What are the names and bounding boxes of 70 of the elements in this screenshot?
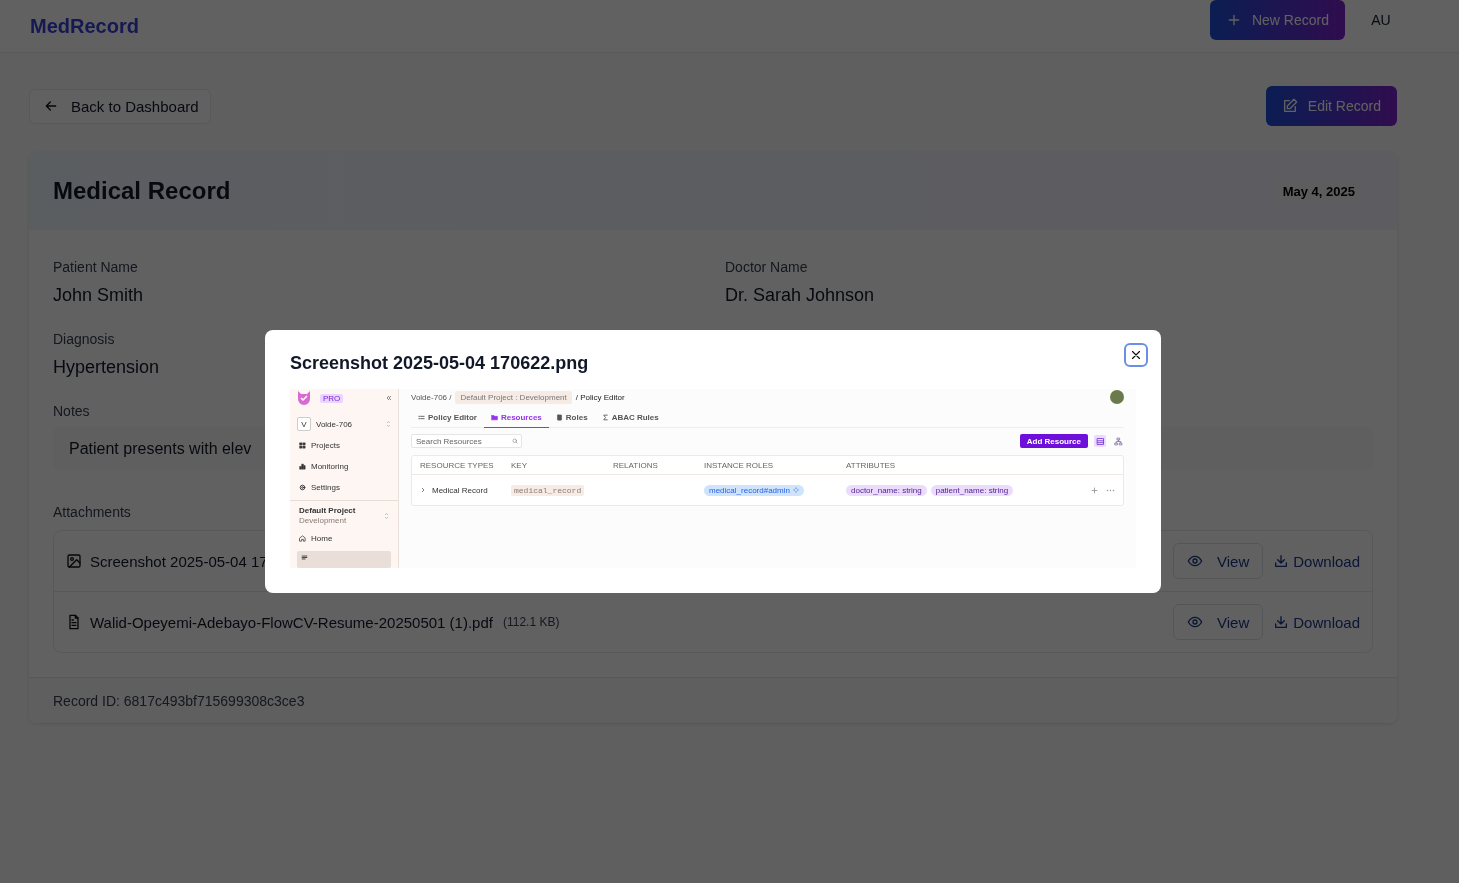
grid-icon — [299, 442, 306, 449]
tab[interactable]: Roles — [548, 413, 595, 428]
sigma-icon — [601, 414, 609, 421]
role-name: medical_record#admin — [709, 485, 790, 495]
list-icon — [418, 414, 425, 421]
collapse-icon[interactable] — [386, 395, 392, 401]
eye-icon — [1187, 614, 1204, 630]
column-header: INSTANCE ROLES — [704, 460, 775, 470]
tab[interactable]: ABAC Rules — [594, 413, 666, 428]
view-toggle[interactable] — [1094, 435, 1106, 447]
column-header: RESOURCE TYPES — [420, 460, 495, 470]
dialog-title: Screenshot 2025-05-04 170622.png — [290, 352, 589, 375]
table-icon — [1095, 436, 1105, 446]
column-header: KEY — [511, 460, 528, 470]
column-header: ATTRIBUTES — [846, 460, 897, 470]
sparkle-icon — [792, 487, 799, 493]
field-value: Hypertension — [53, 356, 160, 379]
eye-icon — [1187, 553, 1204, 569]
settings-icon — [299, 484, 306, 491]
view-toggle[interactable] — [1112, 435, 1124, 447]
avatar[interactable] — [1110, 390, 1124, 404]
chevron-icon[interactable] — [420, 487, 426, 493]
record-title: Medical Record — [53, 177, 231, 205]
attribute-tag: patient_name: string — [930, 484, 1014, 496]
record-id: Record ID: 6817c493bf715699308c3ce3 — [53, 692, 305, 709]
chevron-updown-icon — [386, 421, 391, 427]
download-icon — [1273, 553, 1290, 569]
attribute-tag: doctor_name: string — [846, 484, 927, 496]
sidebar-item[interactable]: Home — [290, 528, 398, 549]
add-resource-button[interactable]: Add Resource — [1019, 434, 1088, 448]
home-icon — [299, 535, 306, 542]
tab[interactable]: Resources — [483, 413, 549, 428]
image-icon — [66, 553, 82, 569]
add-icon[interactable] — [1091, 486, 1098, 494]
list-icon — [301, 554, 308, 561]
file-size: (112.1 KB) — [502, 615, 560, 629]
tab[interactable]: Policy Editor — [411, 413, 484, 428]
sidebar-item[interactable]: Settings — [290, 477, 398, 498]
project-dropdown[interactable]: Default Project : Development — [455, 390, 572, 404]
folder-icon — [490, 414, 498, 421]
download-icon — [1273, 614, 1290, 630]
section-label: Notes — [53, 402, 90, 421]
breadcrumb-link[interactable]: Volde-706 / — [411, 392, 452, 402]
close-icon — [1129, 348, 1143, 362]
notes-text: Patient presents with elev — [69, 440, 252, 457]
field-label: Doctor Name — [725, 258, 808, 277]
column-header: RELATIONS — [613, 460, 659, 470]
search-icon — [512, 438, 518, 444]
hierarchy-icon — [1113, 436, 1123, 446]
close-button[interactable] — [1124, 343, 1148, 367]
field-value: John Smith — [53, 284, 144, 307]
field-label: Patient Name — [53, 258, 138, 277]
sidebar-item[interactable]: Projects — [290, 435, 398, 456]
edit-icon — [1281, 98, 1298, 114]
workspace-selector[interactable]: V Volde-706 — [297, 417, 391, 431]
breadcrumb-current: / Policy Editor — [575, 392, 625, 402]
section-label: Attachments — [53, 503, 131, 522]
document-icon — [66, 614, 82, 630]
bar-chart-icon — [299, 463, 306, 470]
plan-badge: PRO — [320, 393, 344, 403]
resource-name: Medical Record — [432, 485, 488, 495]
field-label: Diagnosis — [53, 330, 115, 349]
search-field[interactable]: Search Resources — [411, 434, 522, 448]
file-name: Walid-Opeyemi-Adebayo-FlowCV-Resume-20250501 (1).pdf — [90, 613, 493, 631]
project-selector[interactable]: Default Project Development — [290, 501, 398, 528]
sidebar-item[interactable]: Monitoring — [290, 456, 398, 477]
field-value: Dr. Sarah Johnson — [725, 284, 875, 307]
resource-key: medical_record — [511, 484, 585, 496]
back-arrow-icon — [43, 98, 59, 114]
chevron-updown-icon — [384, 512, 389, 519]
